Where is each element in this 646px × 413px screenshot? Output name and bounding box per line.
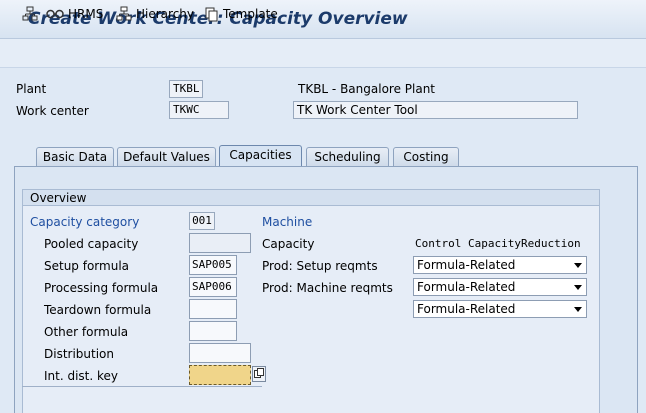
capacity-label: Capacity bbox=[262, 237, 315, 251]
tab-capacities[interactable]: Capacities bbox=[219, 145, 302, 166]
plant-description: TKBL - Bangalore Plant bbox=[298, 82, 436, 96]
teardown-formula-input[interactable] bbox=[189, 299, 237, 319]
reduction-select-setup-value: Formula-Related bbox=[417, 258, 516, 272]
control-capacity-reduction-header: Control CapacityReduction bbox=[415, 237, 581, 250]
hierarchy-button[interactable]: Hierarchy bbox=[116, 5, 194, 23]
prod-machine-reqmts-label: Prod: Machine reqmts bbox=[262, 281, 393, 295]
application-toolbar bbox=[0, 39, 646, 68]
setup-formula-input[interactable]: SAP005 bbox=[189, 255, 237, 275]
capacity-category-description: Machine bbox=[262, 215, 313, 229]
hierarchy-icon bbox=[116, 6, 132, 21]
pooled-capacity-input[interactable] bbox=[189, 233, 251, 253]
reduction-select-third[interactable]: Formula-Related bbox=[413, 300, 587, 318]
chevron-down-icon bbox=[574, 307, 582, 312]
other-formula-label: Other formula bbox=[44, 325, 129, 339]
teardown-formula-label: Teardown formula bbox=[44, 303, 152, 317]
overview-group-header bbox=[22, 189, 600, 206]
chevron-down-icon bbox=[574, 285, 582, 290]
capacity-category-label: Capacity category bbox=[30, 215, 140, 229]
int-dist-key-input[interactable] bbox=[189, 365, 251, 385]
plant-field[interactable]: TKBL bbox=[169, 80, 203, 98]
template-label: Template bbox=[223, 7, 278, 21]
plant-label: Plant bbox=[16, 82, 47, 96]
hrms-button[interactable]: HRMS bbox=[46, 5, 103, 23]
chevron-down-icon bbox=[574, 263, 582, 268]
work-center-description-field[interactable]: TK Work Center Tool bbox=[293, 101, 578, 119]
value-help-button[interactable] bbox=[252, 366, 266, 382]
copy-icon bbox=[205, 7, 218, 21]
tab-costing[interactable]: Costing bbox=[393, 147, 459, 166]
org-tree-icon bbox=[22, 6, 38, 21]
processing-formula-label: Processing formula bbox=[44, 281, 159, 295]
reduction-select-setup[interactable]: Formula-Related bbox=[413, 256, 587, 274]
reduction-select-third-value: Formula-Related bbox=[417, 302, 516, 316]
org-tree-button[interactable] bbox=[22, 5, 38, 23]
tab-basic-data[interactable]: Basic Data bbox=[36, 147, 114, 166]
distribution-input[interactable] bbox=[189, 343, 251, 363]
int-dist-key-label: Int. dist. key bbox=[44, 369, 119, 383]
row-divider bbox=[22, 386, 262, 387]
capacity-category-field[interactable]: 001 bbox=[189, 212, 215, 230]
reduction-select-machine-value: Formula-Related bbox=[417, 280, 516, 294]
prod-setup-reqmts-label: Prod: Setup reqmts bbox=[262, 259, 378, 273]
value-help-icon bbox=[254, 368, 264, 378]
template-button[interactable]: Template bbox=[205, 5, 278, 23]
pooled-capacity-label: Pooled capacity bbox=[44, 237, 139, 251]
distribution-label: Distribution bbox=[44, 347, 115, 361]
other-formula-input[interactable] bbox=[189, 321, 237, 341]
work-center-field[interactable]: TKWC bbox=[169, 101, 229, 119]
setup-formula-label: Setup formula bbox=[44, 259, 130, 273]
hierarchy-label: Hierarchy bbox=[136, 7, 195, 21]
overview-title: Overview bbox=[30, 191, 87, 205]
processing-formula-input[interactable]: SAP006 bbox=[189, 277, 237, 297]
work-center-label: Work center bbox=[16, 104, 89, 118]
tab-scheduling[interactable]: Scheduling bbox=[306, 147, 389, 166]
tab-default-values[interactable]: Default Values bbox=[117, 147, 216, 166]
hrms-label: HRMS bbox=[68, 7, 104, 21]
glasses-icon bbox=[46, 9, 64, 19]
reduction-select-machine[interactable]: Formula-Related bbox=[413, 278, 587, 296]
